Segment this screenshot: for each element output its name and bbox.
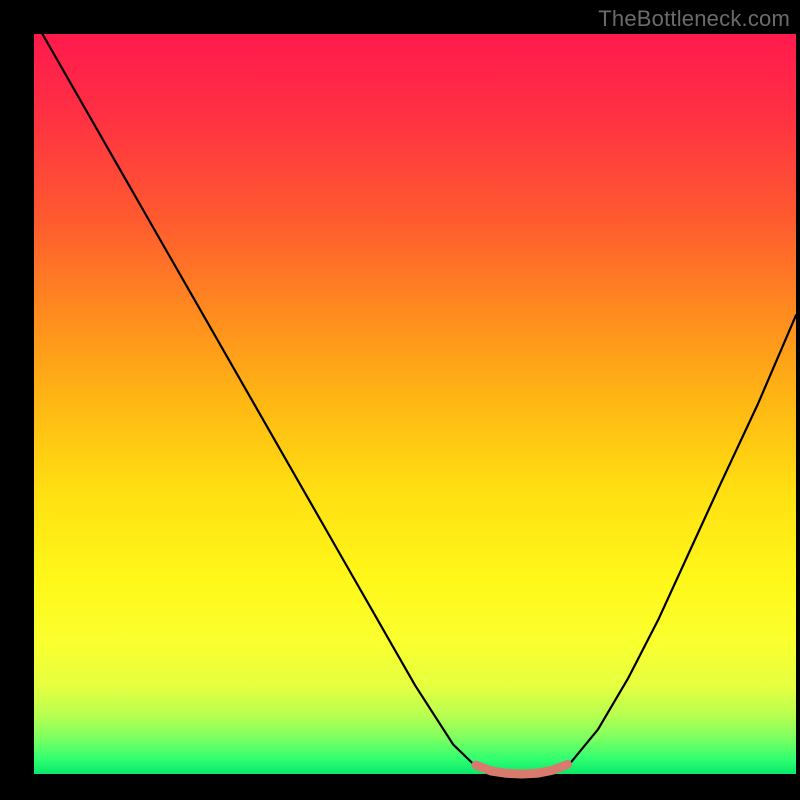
optimal-zone-path [476,764,567,774]
plot-area [34,34,796,774]
chart-frame: TheBottleneck.com [0,0,800,800]
watermark-text: TheBottleneck.com [598,6,790,32]
chart-svg [34,34,796,774]
bottleneck-curve-path [34,19,796,774]
